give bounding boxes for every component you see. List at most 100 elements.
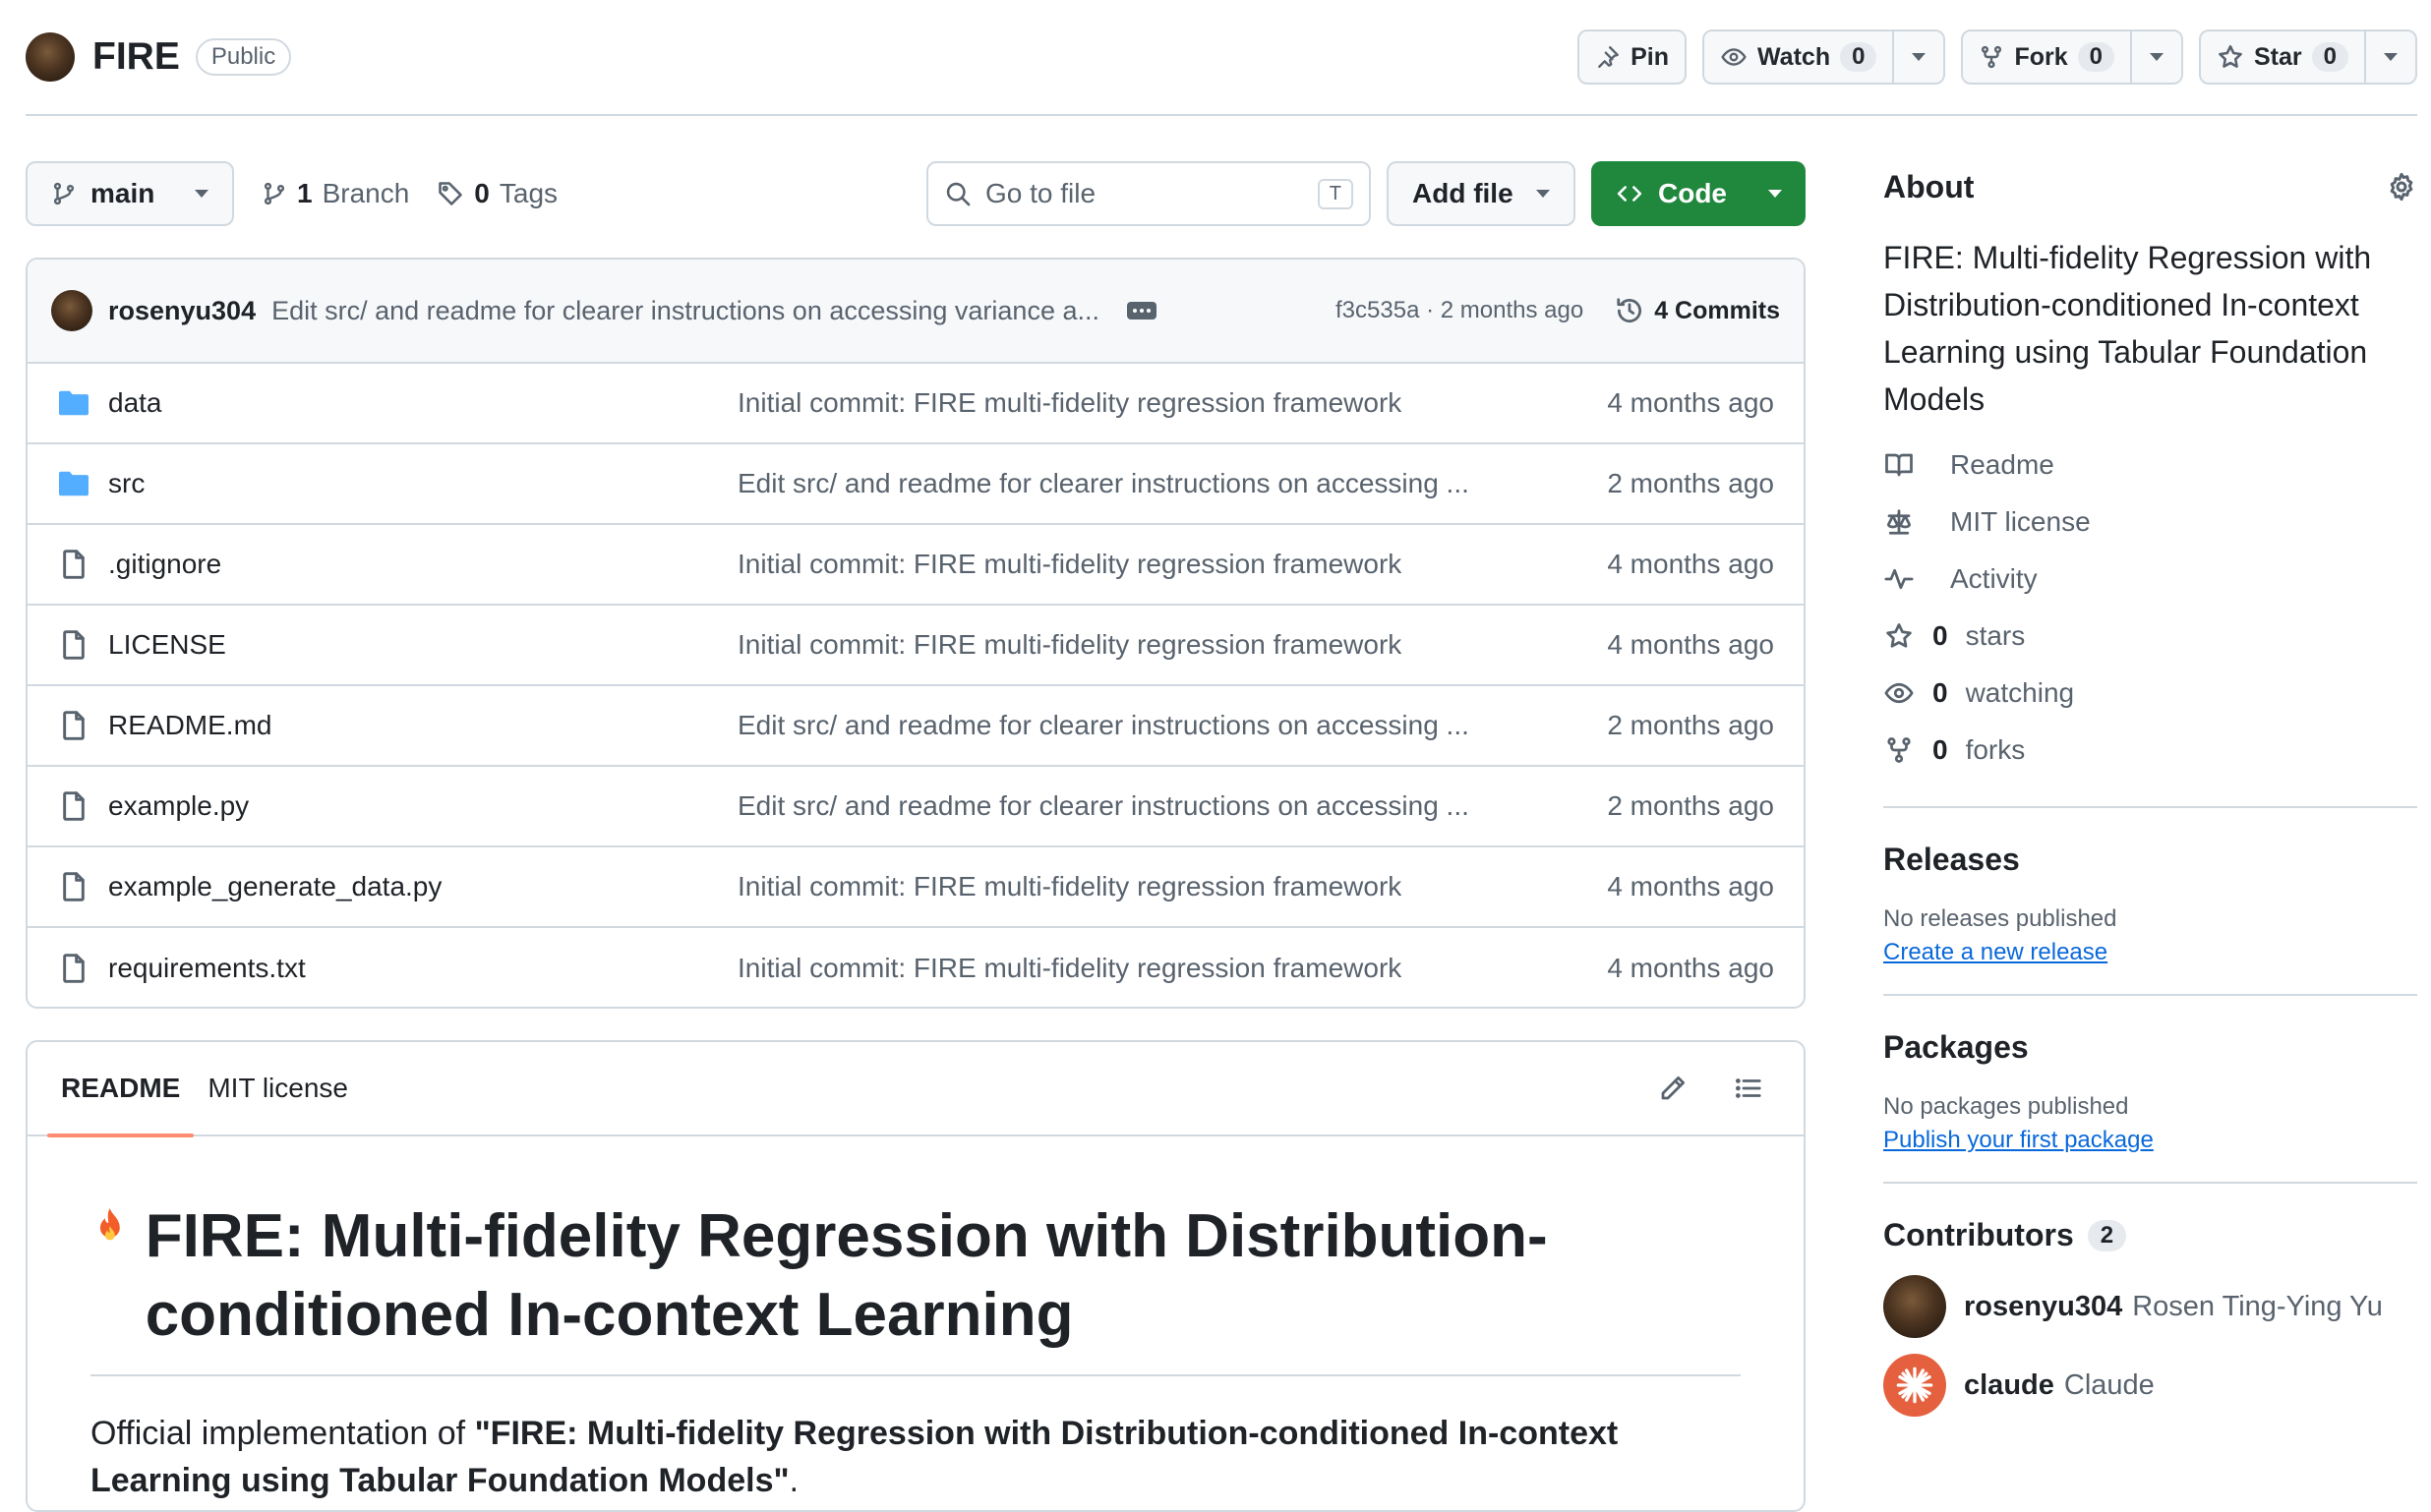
claude-logo-icon bbox=[1896, 1367, 1933, 1404]
chevron-down-icon bbox=[1536, 190, 1550, 198]
file-commit-message[interactable]: Edit src/ and readme for clearer instruc… bbox=[738, 468, 1505, 499]
fork-count: 0 bbox=[2077, 42, 2114, 72]
table-row[interactable]: src Edit src/ and readme for clearer inst… bbox=[28, 444, 1804, 525]
chevron-down-icon bbox=[195, 190, 208, 198]
file-name-link[interactable]: README.md bbox=[108, 710, 738, 741]
about-header: About bbox=[1883, 157, 2417, 216]
stars-link[interactable]: 0 stars bbox=[1883, 608, 2417, 665]
code-button[interactable]: Code bbox=[1591, 161, 1806, 226]
folder-icon bbox=[59, 390, 89, 416]
star-icon bbox=[2219, 44, 2242, 68]
file-commit-message[interactable]: Initial commit: FIRE multi-fidelity regr… bbox=[738, 953, 1505, 984]
file-name-link[interactable]: src bbox=[108, 468, 738, 499]
releases-title[interactable]: Releases bbox=[1883, 842, 2417, 878]
file-commit-message[interactable]: Initial commit: FIRE multi-fidelity regr… bbox=[738, 629, 1505, 661]
watch-button[interactable]: Watch 0 bbox=[1702, 29, 1946, 85]
sidebar: About FIRE: Multi-fidelity Regression wi… bbox=[1883, 157, 2417, 1417]
contributor-item[interactable]: rosenyu304 Rosen Ting-Ying Yu bbox=[1883, 1275, 2417, 1338]
shortcut-key: T bbox=[1317, 178, 1353, 209]
owner-avatar[interactable] bbox=[26, 32, 75, 82]
file-name-link[interactable]: requirements.txt bbox=[108, 953, 738, 984]
publish-package-link[interactable]: Publish your first package bbox=[1883, 1127, 2417, 1154]
add-file-button[interactable]: Add file bbox=[1387, 161, 1575, 226]
contributor-login[interactable]: claude bbox=[1964, 1369, 2054, 1402]
file-commit-date: 4 months ago bbox=[1607, 549, 1774, 579]
file-name-link[interactable]: data bbox=[108, 387, 738, 419]
header-divider bbox=[26, 114, 2417, 116]
fork-button[interactable]: Fork 0 bbox=[1961, 29, 2183, 85]
forks-link[interactable]: 0 forks bbox=[1883, 722, 2417, 779]
contributor-login[interactable]: rosenyu304 bbox=[1964, 1291, 2122, 1323]
about-links: Readme MIT license Activity 0 stars 0 watc… bbox=[1883, 436, 2417, 779]
code-icon bbox=[1617, 186, 1642, 202]
contributor-name: Claude bbox=[2063, 1368, 2155, 1401]
watching-link[interactable]: 0 watching bbox=[1883, 665, 2417, 722]
file-name-link[interactable]: example_generate_data.py bbox=[108, 871, 738, 902]
contributor-item[interactable]: claude Claude bbox=[1883, 1354, 2417, 1417]
file-commit-message[interactable]: Initial commit: FIRE multi-fidelity regr… bbox=[738, 387, 1505, 419]
tab-readme[interactable]: README bbox=[47, 1041, 195, 1137]
activity-link[interactable]: Activity bbox=[1883, 551, 2417, 608]
fork-dropdown[interactable] bbox=[2130, 31, 2181, 83]
pin-icon bbox=[1598, 46, 1620, 68]
file-commit-message[interactable]: Initial commit: FIRE multi-fidelity regr… bbox=[738, 871, 1505, 902]
star-button[interactable]: Star 0 bbox=[2199, 29, 2417, 85]
contributors-title[interactable]: Contributors bbox=[1883, 1217, 2074, 1253]
table-row[interactable]: LICENSE Initial commit: FIRE multi-fideli… bbox=[28, 606, 1804, 686]
watch-dropdown[interactable] bbox=[1892, 31, 1943, 83]
file-commit-message[interactable]: Initial commit: FIRE multi-fidelity regr… bbox=[738, 549, 1505, 580]
table-row[interactable]: example_generate_data.py Initial commit: … bbox=[28, 847, 1804, 928]
watch-count: 0 bbox=[1840, 42, 1877, 72]
file-type-icon bbox=[57, 388, 90, 418]
table-row[interactable]: requirements.txt Initial commit: FIRE mul… bbox=[28, 928, 1804, 1007]
expand-commit-button[interactable] bbox=[1127, 302, 1156, 320]
pin-button[interactable]: Pin bbox=[1577, 29, 1688, 85]
visibility-badge: Public bbox=[195, 38, 292, 76]
folder-icon bbox=[59, 471, 89, 496]
table-row[interactable]: data Initial commit: FIRE multi-fidelity … bbox=[28, 364, 1804, 444]
file-commit-message[interactable]: Edit src/ and readme for clearer instruc… bbox=[738, 710, 1505, 741]
chevron-down-icon bbox=[2384, 53, 2398, 61]
file-name-link[interactable]: .gitignore bbox=[108, 549, 738, 580]
license-link[interactable]: MIT license bbox=[1883, 494, 2417, 551]
branches-count: 1 bbox=[297, 178, 313, 208]
readme-link[interactable]: Readme bbox=[1883, 436, 2417, 494]
table-row[interactable]: example.py Edit src/ and readme for clear… bbox=[28, 767, 1804, 847]
file-name-link[interactable]: LICENSE bbox=[108, 629, 738, 661]
table-row[interactable]: README.md Edit src/ and readme for cleare… bbox=[28, 686, 1804, 767]
readme-title: FIRE: Multi-fidelity Regression with Dis… bbox=[90, 1197, 1741, 1376]
watch-label: Watch bbox=[1757, 42, 1831, 71]
list-icon[interactable] bbox=[1733, 1074, 1764, 1103]
file-type-icon bbox=[57, 629, 90, 661]
commit-author[interactable]: rosenyu304 bbox=[108, 296, 256, 326]
avatar[interactable] bbox=[1883, 1275, 1946, 1338]
tags-count: 0 bbox=[474, 178, 490, 208]
branch-selector[interactable]: main bbox=[26, 161, 234, 226]
branches-link[interactable]: 1 Branch bbox=[262, 178, 409, 209]
commit-author-avatar[interactable] bbox=[51, 290, 92, 331]
activity-link-label: Activity bbox=[1950, 563, 2038, 594]
history-icon bbox=[1617, 298, 1642, 322]
star-label: Star bbox=[2254, 42, 2302, 71]
tab-mit-license[interactable]: MIT license bbox=[194, 1041, 362, 1135]
file-name-link[interactable]: example.py bbox=[108, 790, 738, 822]
commits-link[interactable]: 4 Commits bbox=[1615, 296, 1780, 325]
tags-link[interactable]: 0 Tags bbox=[437, 178, 558, 209]
commit-hash-time[interactable]: f3c535a · 2 months ago bbox=[1335, 297, 1583, 324]
contributors-header: Contributors 2 bbox=[1883, 1217, 2417, 1253]
file-commit-message[interactable]: Edit src/ and readme for clearer instruc… bbox=[738, 790, 1505, 822]
repo-name[interactable]: FIRE bbox=[92, 35, 180, 79]
file-type-icon bbox=[57, 469, 90, 498]
create-release-link[interactable]: Create a new release bbox=[1883, 939, 2417, 966]
commit-message[interactable]: Edit src/ and readme for clearer instruc… bbox=[271, 296, 1099, 326]
packages-title[interactable]: Packages bbox=[1883, 1029, 2417, 1066]
chevron-down-icon bbox=[1768, 190, 1782, 198]
go-to-file-input[interactable]: Go to file T bbox=[926, 161, 1371, 226]
star-dropdown[interactable] bbox=[2364, 31, 2415, 83]
avatar[interactable] bbox=[1883, 1354, 1946, 1417]
repo-header: FIRE Public Pin Watch 0 Fork 0 Star 0 bbox=[26, 20, 2417, 94]
eye-icon bbox=[1884, 682, 1914, 704]
table-row[interactable]: .gitignore Initial commit: FIRE multi-fid… bbox=[28, 525, 1804, 606]
gear-icon[interactable] bbox=[2386, 171, 2417, 203]
pencil-icon[interactable] bbox=[1658, 1074, 1688, 1103]
